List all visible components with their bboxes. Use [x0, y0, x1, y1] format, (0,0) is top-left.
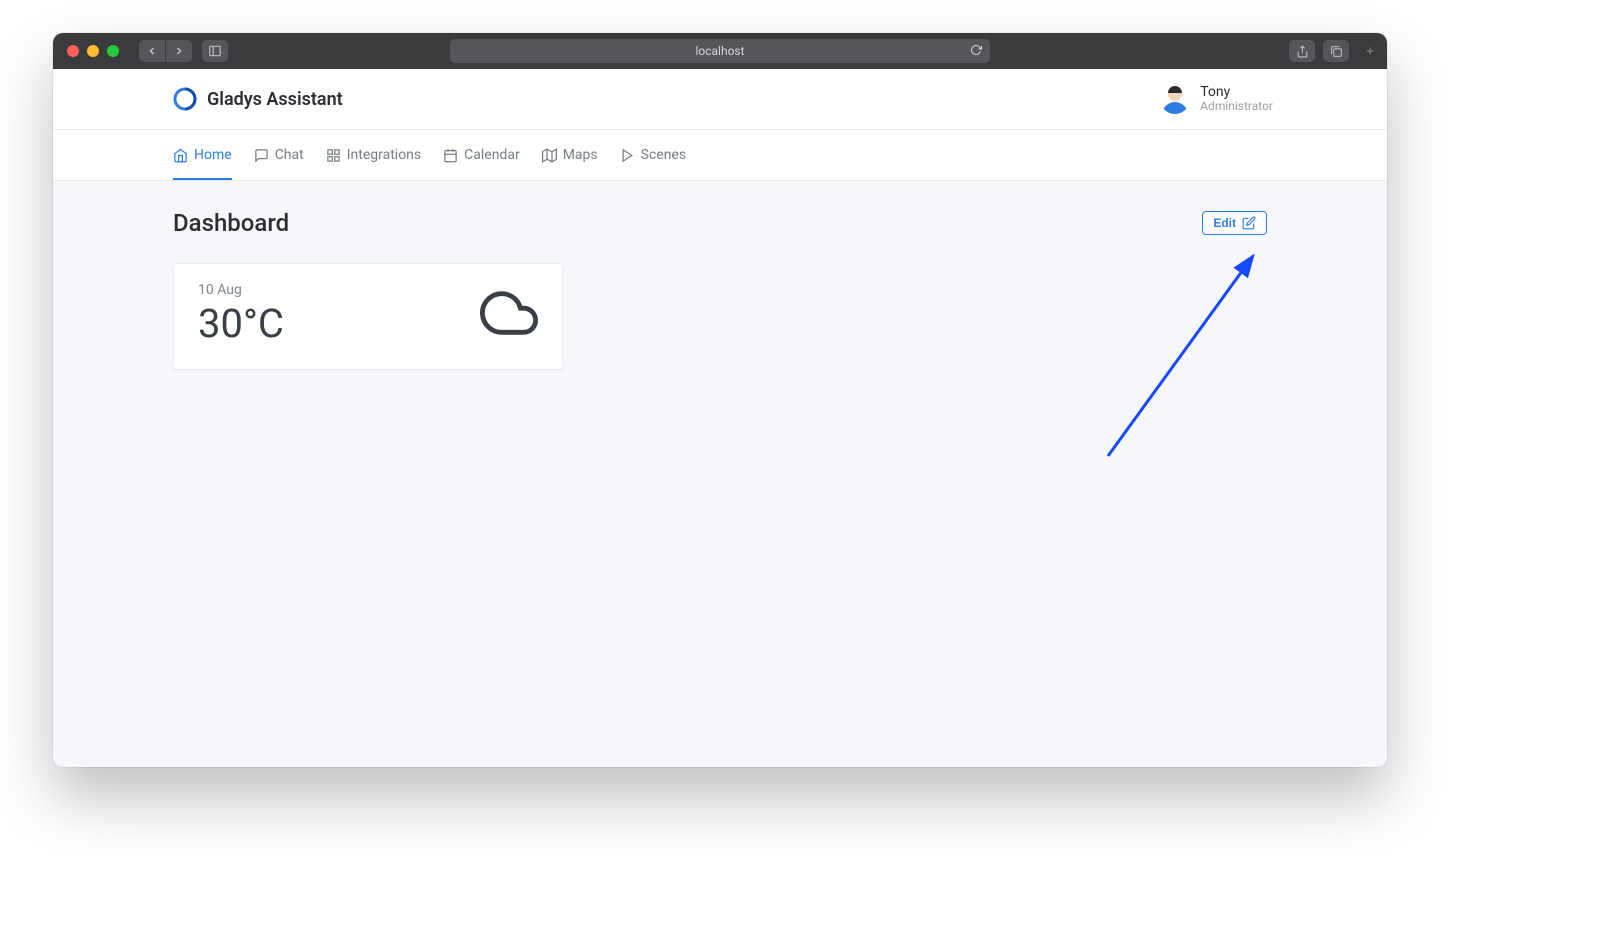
nav-chat[interactable]: Chat — [254, 130, 304, 180]
edit-button-label: Edit — [1213, 216, 1236, 230]
browser-titlebar: localhost — [53, 33, 1387, 69]
browser-forward-button[interactable] — [165, 40, 192, 62]
edit-icon — [1242, 216, 1256, 230]
address-bar[interactable]: localhost — [450, 39, 990, 63]
close-window-button[interactable] — [67, 45, 79, 57]
brand[interactable]: Gladys Assistant — [173, 87, 343, 111]
nav-scenes[interactable]: Scenes — [620, 130, 686, 180]
nav-label: Calendar — [464, 147, 520, 163]
nav-label: Integrations — [347, 147, 421, 163]
nav-label: Maps — [563, 147, 598, 163]
content-header: Dashboard Edit — [173, 209, 1267, 237]
nav-label: Chat — [275, 147, 304, 163]
app-logo-icon — [173, 87, 197, 111]
nav-label: Scenes — [641, 147, 686, 163]
user-role: Administrator — [1200, 100, 1273, 113]
nav-home[interactable]: Home — [173, 130, 232, 180]
window-controls — [67, 45, 119, 57]
new-tab-button[interactable] — [1361, 33, 1379, 69]
page-title: Dashboard — [173, 209, 289, 237]
browser-back-button[interactable] — [139, 40, 165, 62]
sidebar-toggle-button[interactable] — [202, 40, 228, 62]
avatar — [1160, 84, 1190, 114]
browser-window: localhost Gladys Assistant — [53, 33, 1387, 767]
user-menu[interactable]: Tony Administrator — [1160, 84, 1363, 114]
app-title: Gladys Assistant — [207, 89, 343, 110]
share-button[interactable] — [1289, 40, 1315, 62]
weather-card: 10 Aug 30°C — [173, 263, 563, 370]
tabs-button[interactable] — [1323, 40, 1349, 62]
nav-label: Home — [194, 147, 232, 163]
reload-icon[interactable] — [970, 44, 982, 59]
main-nav: Home Chat Integrations Calendar Maps Sce… — [53, 130, 1387, 181]
weather-temperature: 30°C — [198, 300, 284, 347]
minimize-window-button[interactable] — [87, 45, 99, 57]
weather-date: 10 Aug — [198, 282, 284, 298]
address-bar-text: localhost — [695, 44, 744, 58]
maximize-window-button[interactable] — [107, 45, 119, 57]
content-area: Dashboard Edit 10 Aug 30°C — [53, 181, 1387, 767]
cloud-icon — [480, 284, 538, 346]
nav-integrations[interactable]: Integrations — [326, 130, 421, 180]
brand-bar: Gladys Assistant Tony Administrator — [53, 69, 1387, 130]
nav-maps[interactable]: Maps — [542, 130, 598, 180]
nav-calendar[interactable]: Calendar — [443, 130, 520, 180]
page: Gladys Assistant Tony Administrator Home — [53, 69, 1387, 767]
user-name: Tony — [1200, 85, 1273, 100]
edit-button[interactable]: Edit — [1202, 211, 1267, 235]
